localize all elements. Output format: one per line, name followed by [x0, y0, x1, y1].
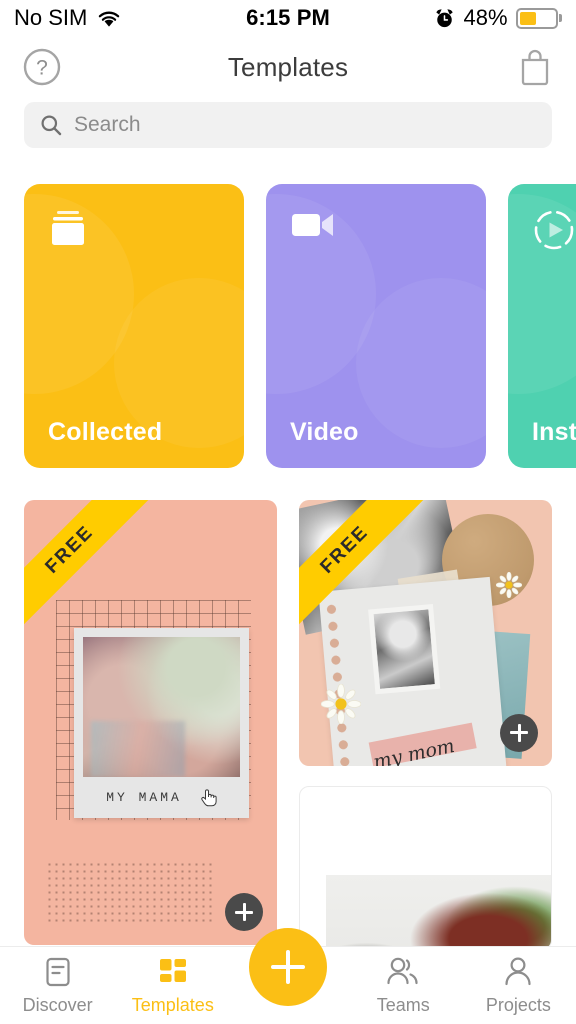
halftone-pattern-decor: [46, 861, 214, 923]
search-bar[interactable]: Search: [24, 102, 552, 148]
battery-icon: [515, 7, 563, 29]
grid-squares-icon: [159, 959, 186, 982]
tab-projects[interactable]: Projects: [461, 955, 576, 1016]
search-input[interactable]: Search: [74, 113, 141, 137]
page-title: Templates: [227, 51, 349, 82]
add-template-button[interactable]: [225, 893, 263, 931]
category-carousel[interactable]: Collected Video Instagram Stor: [0, 184, 576, 470]
svg-text:?: ?: [36, 57, 48, 80]
status-bar-right: 48%: [330, 5, 563, 31]
document-lines-icon: [45, 957, 70, 987]
polaroid-caption-row: MY MAMA: [83, 777, 240, 818]
add-template-button[interactable]: [500, 713, 538, 752]
mother-child-photo: [83, 637, 240, 777]
category-label: Collected: [48, 418, 163, 446]
category-card-video[interactable]: Video: [266, 184, 486, 468]
status-bar-clock: 6:15 PM: [246, 5, 330, 30]
search-box[interactable]: Search: [24, 102, 552, 148]
category-label: Video: [290, 418, 359, 446]
carrier-label: No SIM: [14, 5, 88, 30]
daisy-flower-icon: [321, 683, 361, 724]
question-mark-circle-icon: ?: [23, 48, 61, 86]
hand-pointer-icon: [201, 789, 217, 807]
category-card-instagram-story[interactable]: Instagram Story: [508, 184, 576, 468]
daisy-flower-icon: [496, 572, 522, 598]
app-header: ? Templates: [0, 36, 576, 98]
status-bar: No SIM 6:15 PM 48%: [0, 0, 576, 36]
video-camera-icon: [290, 208, 338, 247]
template-column-right: FREE my mom: [299, 500, 552, 950]
help-button[interactable]: ?: [22, 47, 62, 87]
template-column-left: FREE MY MAMA: [24, 500, 277, 950]
free-badge-label: FREE: [24, 500, 155, 635]
tab-label: Discover: [22, 995, 93, 1015]
free-badge: FREE: [24, 500, 174, 650]
story-play-circle-icon: [532, 208, 576, 257]
create-button[interactable]: [249, 928, 327, 1006]
tab-label: Teams: [376, 995, 430, 1015]
wifi-icon: [99, 11, 120, 27]
polaroid-frame: MY MAMA: [74, 628, 249, 818]
category-card-collected[interactable]: Collected: [24, 184, 244, 468]
shopping-bag-icon: [521, 49, 549, 86]
polaroid-caption: MY MAMA: [106, 790, 182, 805]
tab-templates[interactable]: Templates: [115, 955, 230, 1016]
shop-bag-button[interactable]: [516, 47, 554, 87]
template-card-my-mom[interactable]: FREE my mom: [299, 500, 552, 766]
tab-label: Templates: [131, 995, 214, 1015]
category-label: Instagram Story: [532, 418, 576, 446]
template-card-my-mama[interactable]: FREE MY MAMA: [24, 500, 277, 945]
tab-label: Projects: [485, 995, 551, 1015]
free-badge-label: FREE: [299, 500, 430, 635]
battery-percent-label: 48%: [463, 5, 508, 30]
search-icon: [41, 115, 62, 136]
collection-cards-icon: [48, 208, 92, 253]
template-card-food[interactable]: [299, 785, 552, 950]
person-icon: [505, 957, 532, 986]
app-screen: No SIM 6:15 PM 48% ? Templates Search Co…: [0, 0, 576, 1024]
tab-discover[interactable]: Discover: [0, 955, 115, 1016]
template-grid: FREE MY MAMA FREE my mom: [24, 500, 552, 950]
people-group-icon: [387, 957, 418, 985]
status-bar-left: No SIM: [14, 5, 246, 31]
food-photo-decor: [326, 874, 551, 949]
alarm-clock-icon: [436, 8, 454, 27]
free-badge: FREE: [299, 500, 449, 650]
tab-teams[interactable]: Teams: [346, 955, 461, 1016]
